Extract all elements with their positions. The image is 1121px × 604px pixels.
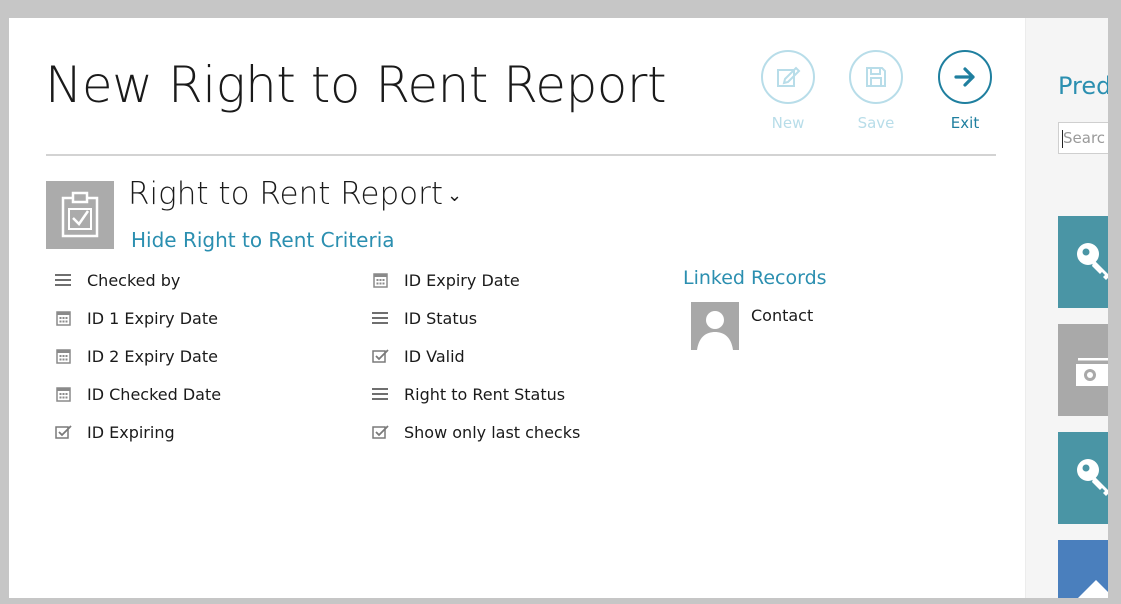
exit-button[interactable]: Exit bbox=[934, 50, 996, 132]
report-selector[interactable]: Right to Rent Report ⌄ bbox=[128, 176, 462, 212]
criteria-field[interactable]: ID Checked Date bbox=[53, 383, 221, 405]
criteria-field-label: ID Status bbox=[404, 308, 478, 328]
money-icon bbox=[1076, 358, 1108, 386]
list-icon bbox=[53, 269, 75, 291]
new-button[interactable]: New bbox=[757, 50, 819, 132]
criteria-field-label: Checked by bbox=[87, 270, 181, 290]
tile-key-1[interactable] bbox=[1058, 216, 1108, 308]
exit-label: Exit bbox=[950, 114, 980, 132]
criteria-field[interactable]: ID 2 Expiry Date bbox=[53, 345, 218, 367]
person-icon[interactable] bbox=[691, 302, 739, 350]
save-label: Save bbox=[857, 114, 895, 132]
criteria-field-label: ID Expiring bbox=[87, 422, 175, 442]
search-input[interactable]: Searc bbox=[1058, 122, 1108, 154]
criteria-field[interactable]: ID Valid bbox=[370, 345, 465, 367]
calendar-icon bbox=[53, 345, 75, 367]
linked-records-title: Linked Records bbox=[683, 267, 827, 289]
criteria-field[interactable]: ID Expiry Date bbox=[370, 269, 520, 291]
calendar-icon bbox=[370, 269, 392, 291]
criteria-field-label: ID 1 Expiry Date bbox=[87, 308, 218, 328]
criteria-field[interactable]: Right to Rent Status bbox=[370, 383, 565, 405]
criteria-field-label: ID Checked Date bbox=[87, 384, 222, 404]
tile-money[interactable] bbox=[1058, 324, 1108, 416]
criteria-field-label: Right to Rent Status bbox=[404, 384, 566, 404]
new-label: New bbox=[771, 114, 805, 132]
report-window: New Right to Rent Report New Save Exit R… bbox=[9, 18, 1108, 598]
save-button[interactable]: Save bbox=[845, 50, 907, 132]
criteria-field-label: Show only last checks bbox=[404, 422, 581, 442]
tile-house[interactable] bbox=[1058, 540, 1108, 598]
criteria-field[interactable]: ID Status bbox=[370, 307, 477, 329]
list-icon bbox=[370, 307, 392, 329]
new-icon bbox=[761, 50, 815, 104]
criteria-field-label: ID 2 Expiry Date bbox=[87, 346, 218, 366]
right-pane-title: Pred bbox=[1058, 72, 1108, 100]
hide-criteria-link[interactable]: Hide Right to Rent Criteria bbox=[131, 228, 395, 252]
criteria-field[interactable]: ID Expiring bbox=[53, 421, 175, 443]
criteria-field[interactable]: Checked by bbox=[53, 269, 180, 291]
criteria-field-label: ID Expiry Date bbox=[404, 270, 520, 290]
page-title: New Right to Rent Report bbox=[45, 56, 667, 114]
right-pane: Pred Searc bbox=[1025, 18, 1108, 598]
criteria-field-label: ID Valid bbox=[404, 346, 465, 366]
save-icon bbox=[849, 50, 903, 104]
checkbox-icon bbox=[370, 345, 392, 367]
criteria-field[interactable]: Show only last checks bbox=[370, 421, 580, 443]
arrow-right-icon bbox=[938, 50, 992, 104]
clipboard-check-icon bbox=[46, 181, 114, 249]
tile-key-2[interactable] bbox=[1058, 432, 1108, 524]
report-name: Right to Rent Report bbox=[128, 176, 444, 212]
header-divider bbox=[46, 154, 996, 156]
chevron-down-icon: ⌄ bbox=[447, 185, 463, 206]
calendar-icon bbox=[53, 383, 75, 405]
key-icon bbox=[1077, 243, 1108, 280]
checkbox-icon bbox=[53, 421, 75, 443]
linked-record-contact[interactable]: Contact bbox=[751, 306, 813, 325]
criteria-field[interactable]: ID 1 Expiry Date bbox=[53, 307, 218, 329]
house-icon bbox=[1078, 580, 1108, 598]
checkbox-icon bbox=[370, 421, 392, 443]
calendar-icon bbox=[53, 307, 75, 329]
key-icon bbox=[1077, 459, 1108, 496]
list-icon bbox=[370, 383, 392, 405]
